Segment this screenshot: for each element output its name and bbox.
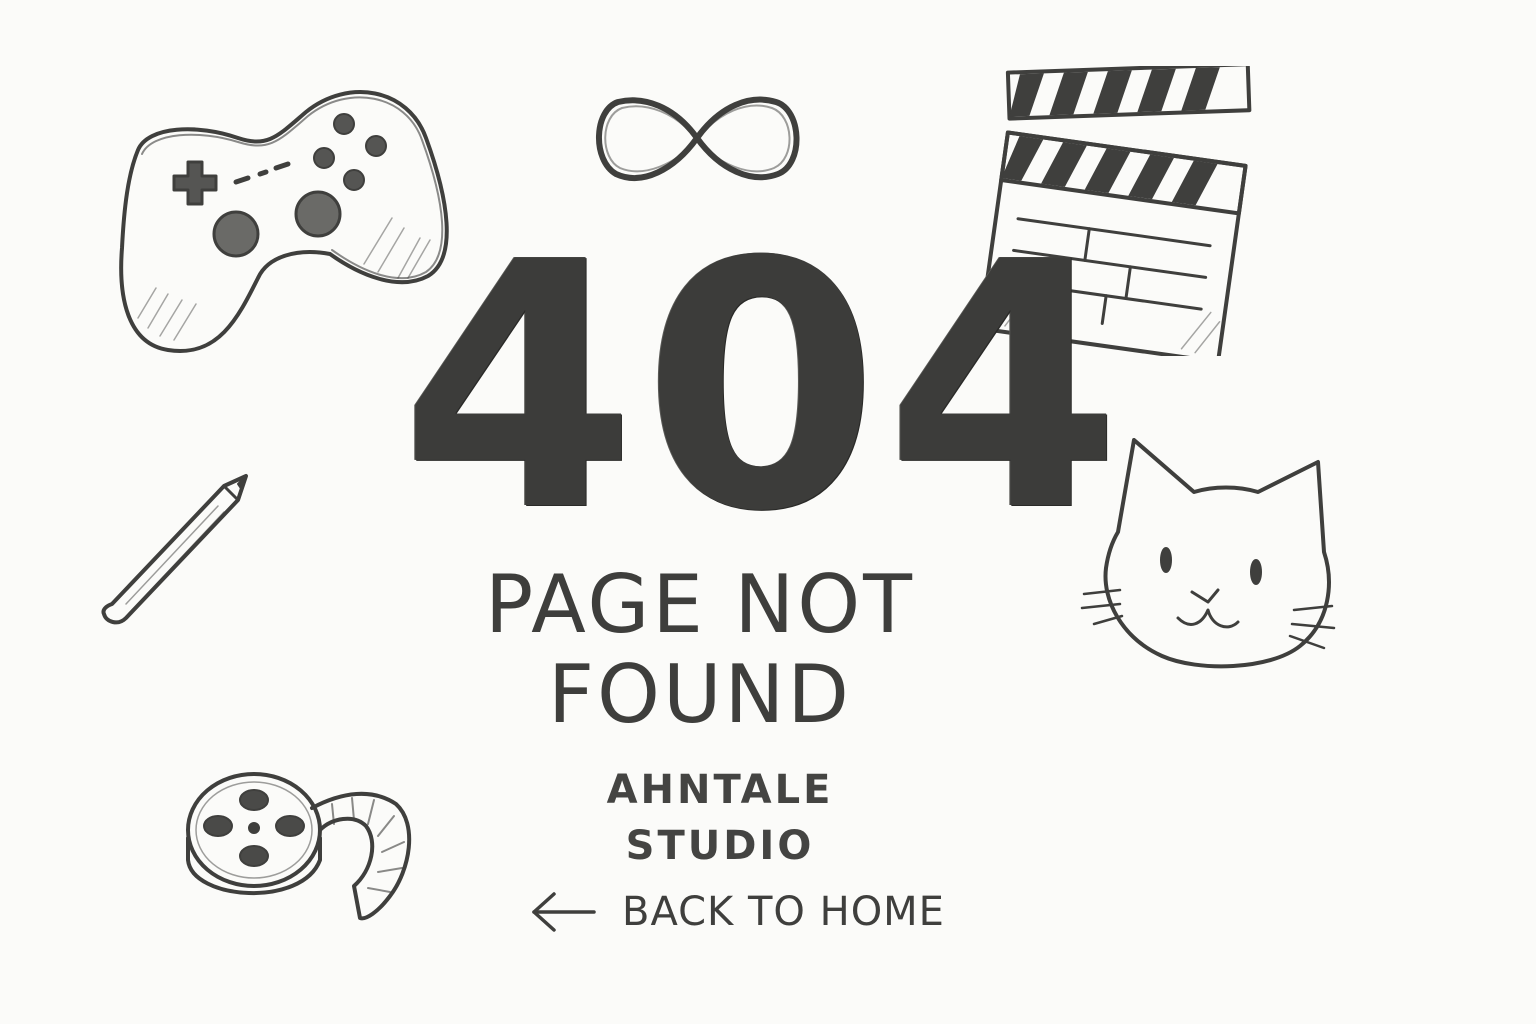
studio-name: AHNTALE STUDIO xyxy=(606,767,834,869)
back-to-home-label: BACK TO HOME xyxy=(622,889,945,935)
film-reel-icon xyxy=(186,772,412,921)
error-message-heading: PAGE NOT FOUND xyxy=(484,558,916,741)
arrow-left-icon xyxy=(532,892,596,932)
not-found-page: 404 PAGE NOT FOUND AHNTALE STUDIO BACK T… xyxy=(0,0,1536,1024)
error-code-heading: 404 xyxy=(400,190,1128,586)
infinity-icon xyxy=(596,96,800,181)
back-to-home-link[interactable]: BACK TO HOME xyxy=(528,880,945,944)
pencil-icon xyxy=(101,474,248,625)
